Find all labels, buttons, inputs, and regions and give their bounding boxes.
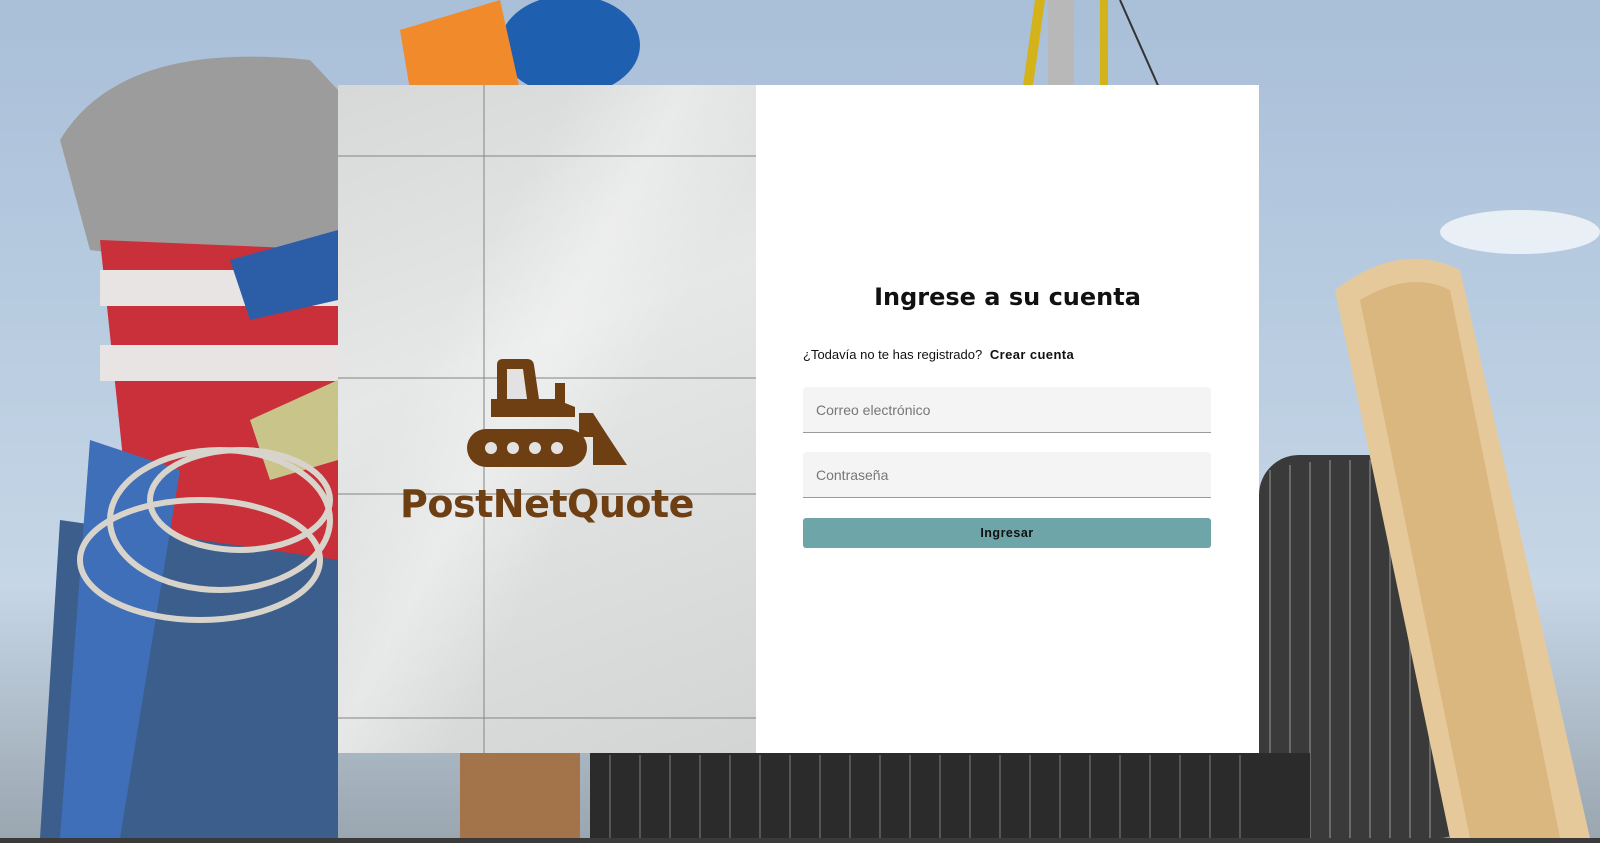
brand-panel: PostNetQuote xyxy=(338,85,756,753)
brand-name: PostNetQuote xyxy=(400,482,694,526)
bulldozer-icon xyxy=(467,359,627,467)
create-account-link[interactable]: Crear cuenta xyxy=(990,347,1074,362)
email-field[interactable] xyxy=(803,387,1211,433)
login-card: PostNetQuote Ingrese a su cuenta ¿Todaví… xyxy=(338,85,1259,753)
page-title: Ingrese a su cuenta xyxy=(874,283,1141,311)
tile-seam xyxy=(338,155,756,157)
login-panel: Ingrese a su cuenta ¿Todavía no te has r… xyxy=(756,85,1259,753)
brand-logo: PostNetQuote xyxy=(338,355,756,526)
bottom-border xyxy=(0,838,1600,843)
login-button[interactable]: Ingresar xyxy=(803,518,1211,548)
signup-row: ¿Todavía no te has registrado? Crear cue… xyxy=(803,347,1074,362)
password-field[interactable] xyxy=(803,452,1211,498)
signup-prompt: ¿Todavía no te has registrado? xyxy=(803,347,983,362)
tile-seam xyxy=(338,717,756,719)
